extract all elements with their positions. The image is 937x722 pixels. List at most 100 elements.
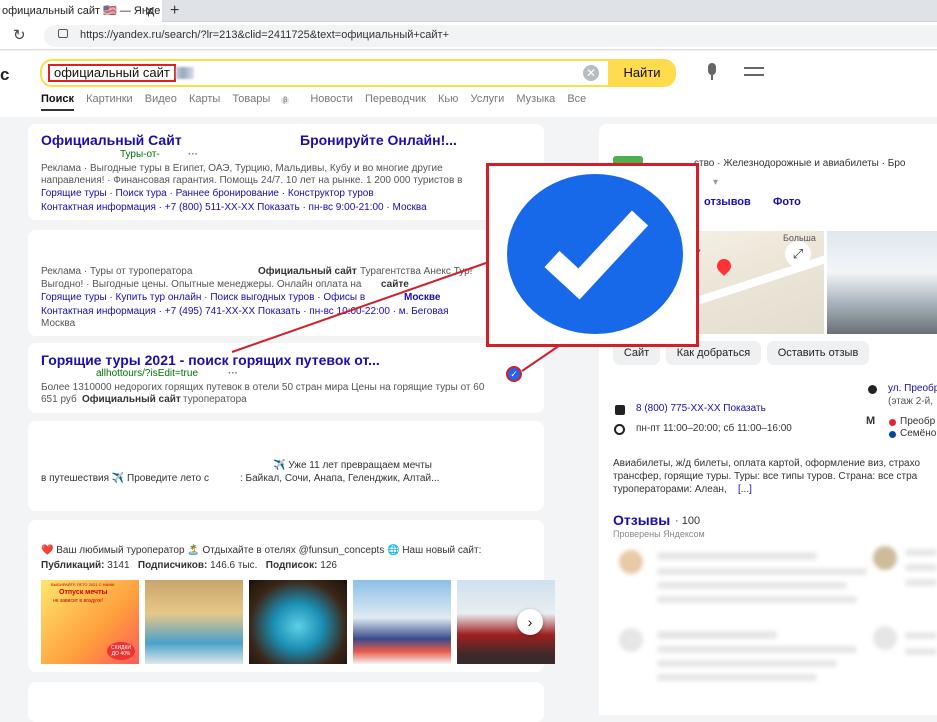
address-link[interactable]: ул. Преобр (888, 382, 937, 396)
verified-check-big-icon (507, 174, 683, 334)
tab-images[interactable]: Картинки (86, 93, 133, 105)
tab-reviews[interactable]: отзывов (704, 195, 751, 209)
verified-badge-zoom (486, 163, 699, 347)
metro-icon: М (866, 415, 876, 427)
phone-link[interactable]: 8 (800) 775-XX-XX Показать (636, 402, 766, 416)
gallery-next-button[interactable]: › (517, 609, 543, 635)
tab-maps[interactable]: Карты (189, 93, 220, 105)
map-thumbnail[interactable]: Больша ⤢ (697, 231, 824, 334)
result-card-organic: Горящие туры 2021 - поиск горящих путево… (28, 343, 544, 413)
address-bar: ↻ https://yandex.ru/search/?lr=213&clid=… (0, 22, 937, 50)
tab-q[interactable]: Кью (438, 93, 458, 105)
browser-tab[interactable]: официальный сайт 🇺🇸 — Янде ✕ (0, 0, 162, 22)
new-tab-button[interactable]: + (170, 0, 179, 22)
result-snippet-highlight: Официальный сайт (82, 394, 181, 405)
leave-review-button[interactable]: Оставить отзыв (767, 341, 869, 365)
tab-news[interactable]: Новости (310, 93, 353, 105)
url-text: https://yandex.ru/search/?lr=213&clid=24… (80, 29, 450, 41)
url-field[interactable]: https://yandex.ru/search/?lr=213&clid=24… (44, 25, 937, 47)
contacts-line[interactable]: Контактная информация · +7 (800) 511-XX-… (41, 201, 427, 215)
following-label: Подписок: (265, 560, 318, 571)
more-options-icon[interactable]: ··· (188, 148, 198, 162)
review-text-blurred (657, 646, 857, 653)
caret-down-icon[interactable]: ▾ (713, 176, 718, 190)
sitelinks[interactable]: Горящие туры · Купить тур онлайн · Поиск… (41, 291, 365, 305)
review-text-blurred (905, 579, 937, 586)
review-text-blurred (657, 552, 817, 560)
tab-search[interactable]: Поиск (41, 93, 75, 111)
tab-music[interactable]: Музыка (516, 93, 555, 105)
profile-stats: Публикаций: 3141 Подписчиков: 146.6 тыс.… (41, 559, 337, 573)
gallery-photo[interactable] (249, 580, 347, 664)
result-title[interactable]: Горящие туры 2021 - поиск горящих путево… (41, 351, 380, 369)
result-snippet: Реклама · Туры от туроператора (41, 266, 193, 277)
following-value: 126 (320, 560, 337, 571)
gallery-photo[interactable]: ВЫБИРАЙТЕ ЛЕТО 2021 С НАМИ Отпуск мечты … (41, 580, 139, 664)
profile-bio: ❤️ Ваш любимый туроператор 🏝️ Отдыхайте … (41, 545, 482, 556)
metro-station: Семёно (900, 428, 937, 439)
result-snippet-highlight: Официальный сайт (258, 266, 357, 277)
result-snippet: в путешествия ✈️ Проведите лето с (41, 473, 209, 484)
sitelink-city[interactable]: Москве (404, 291, 440, 305)
working-hours: пн-пт 11:00–20:00; сб 11:00–16:00 (636, 423, 792, 434)
result-snippet: : Байкал, Сочи, Анапа, Геленджик, Алтай.… (240, 473, 440, 484)
result-city: Москва (41, 318, 76, 329)
close-tab-icon[interactable]: ✕ (144, 0, 156, 22)
result-url[interactable]: Туры-от- (120, 148, 160, 162)
tab-goods-label: Товары (232, 93, 271, 105)
browser-tab-bar: официальный сайт 🇺🇸 — Янде ✕ + (0, 0, 937, 22)
search-box[interactable]: официальный сайт ✕ Найти (40, 59, 676, 87)
review-text-blurred (657, 674, 817, 681)
flag-emoji-icon (176, 67, 194, 79)
gallery-photo[interactable] (145, 580, 243, 664)
tab-goods[interactable]: Товары β (232, 93, 298, 105)
metro-line-blue-icon (889, 431, 896, 438)
microphone-icon[interactable] (706, 63, 718, 81)
result-title[interactable]: Официальный Сайт (41, 131, 182, 149)
tab-video[interactable]: Видео (145, 93, 177, 105)
review-text-blurred (657, 660, 837, 667)
org-description: трансфер, горящие туры. Туры: все типы т… (613, 471, 918, 482)
tab-all[interactable]: Все (567, 93, 586, 105)
photo-caption: СКИДКИ ДО 40% (107, 642, 135, 660)
org-description: Авиабилеты, ж/д билеты, оплата картой, о… (613, 458, 921, 469)
more-options-icon[interactable]: ··· (228, 367, 238, 381)
checkmark-icon (544, 210, 649, 300)
photo-gallery: ВЫБИРАЙТЕ ЛЕТО 2021 С НАМИ Отпуск мечты … (41, 580, 555, 664)
subscribers-value: 146.6 тыс. (210, 560, 258, 571)
gallery-photo[interactable] (353, 580, 451, 664)
verified-check-icon: ✓ (506, 366, 522, 382)
review-text-blurred (657, 568, 867, 575)
contacts-line[interactable]: Контактная информация · +7 (495) 741-XX-… (41, 305, 449, 319)
reviewer-avatar (619, 628, 643, 652)
result-card-ad-1: Официальный Сайт Бронируйте Онлайн!... Т… (28, 124, 544, 220)
address-floor: (этаж 2-й, (888, 396, 933, 407)
sitelinks[interactable]: Горящие туры · Поиск тура · Раннее брони… (41, 187, 374, 201)
tab-translator[interactable]: Переводчик (365, 93, 426, 105)
photo-caption: не зависит в воздухе! (53, 598, 104, 604)
result-card-next (28, 682, 544, 722)
publications-label: Публикаций: (41, 560, 105, 571)
tab-services[interactable]: Услуги (470, 93, 504, 105)
yandex-logo[interactable]: с (0, 65, 9, 85)
result-snippet: ✈️ Уже 11 лет превращаем мечты (273, 460, 432, 471)
reload-icon[interactable]: ↻ (13, 26, 26, 44)
review-text-blurred (905, 632, 937, 639)
result-url[interactable]: allhottours/?isEdit=true (96, 367, 198, 381)
search-input[interactable]: официальный сайт (48, 64, 176, 82)
location-icon (868, 385, 877, 394)
result-snippet-highlight: сайте (381, 279, 409, 290)
review-text-blurred (905, 648, 937, 655)
expand-map-icon[interactable]: ⤢ (785, 241, 811, 267)
find-button[interactable]: Найти (608, 59, 676, 87)
result-title-secondary[interactable]: Бронируйте Онлайн!... (300, 131, 457, 149)
office-photo[interactable] (827, 231, 937, 334)
result-card-ad-2: Реклама · Туры от туроператора Официальн… (28, 230, 544, 336)
filters-icon[interactable] (744, 65, 764, 79)
tab-photo[interactable]: Фото (773, 195, 801, 209)
read-more-link[interactable]: [...] (738, 483, 752, 497)
search-header: с официальный сайт ✕ Найти Поиск Картинк… (0, 51, 937, 117)
clear-search-icon[interactable]: ✕ (583, 65, 599, 81)
reviewer-avatar (619, 550, 643, 574)
search-tabs: Поиск Картинки Видео Карты Товары β Новос… (41, 93, 595, 111)
